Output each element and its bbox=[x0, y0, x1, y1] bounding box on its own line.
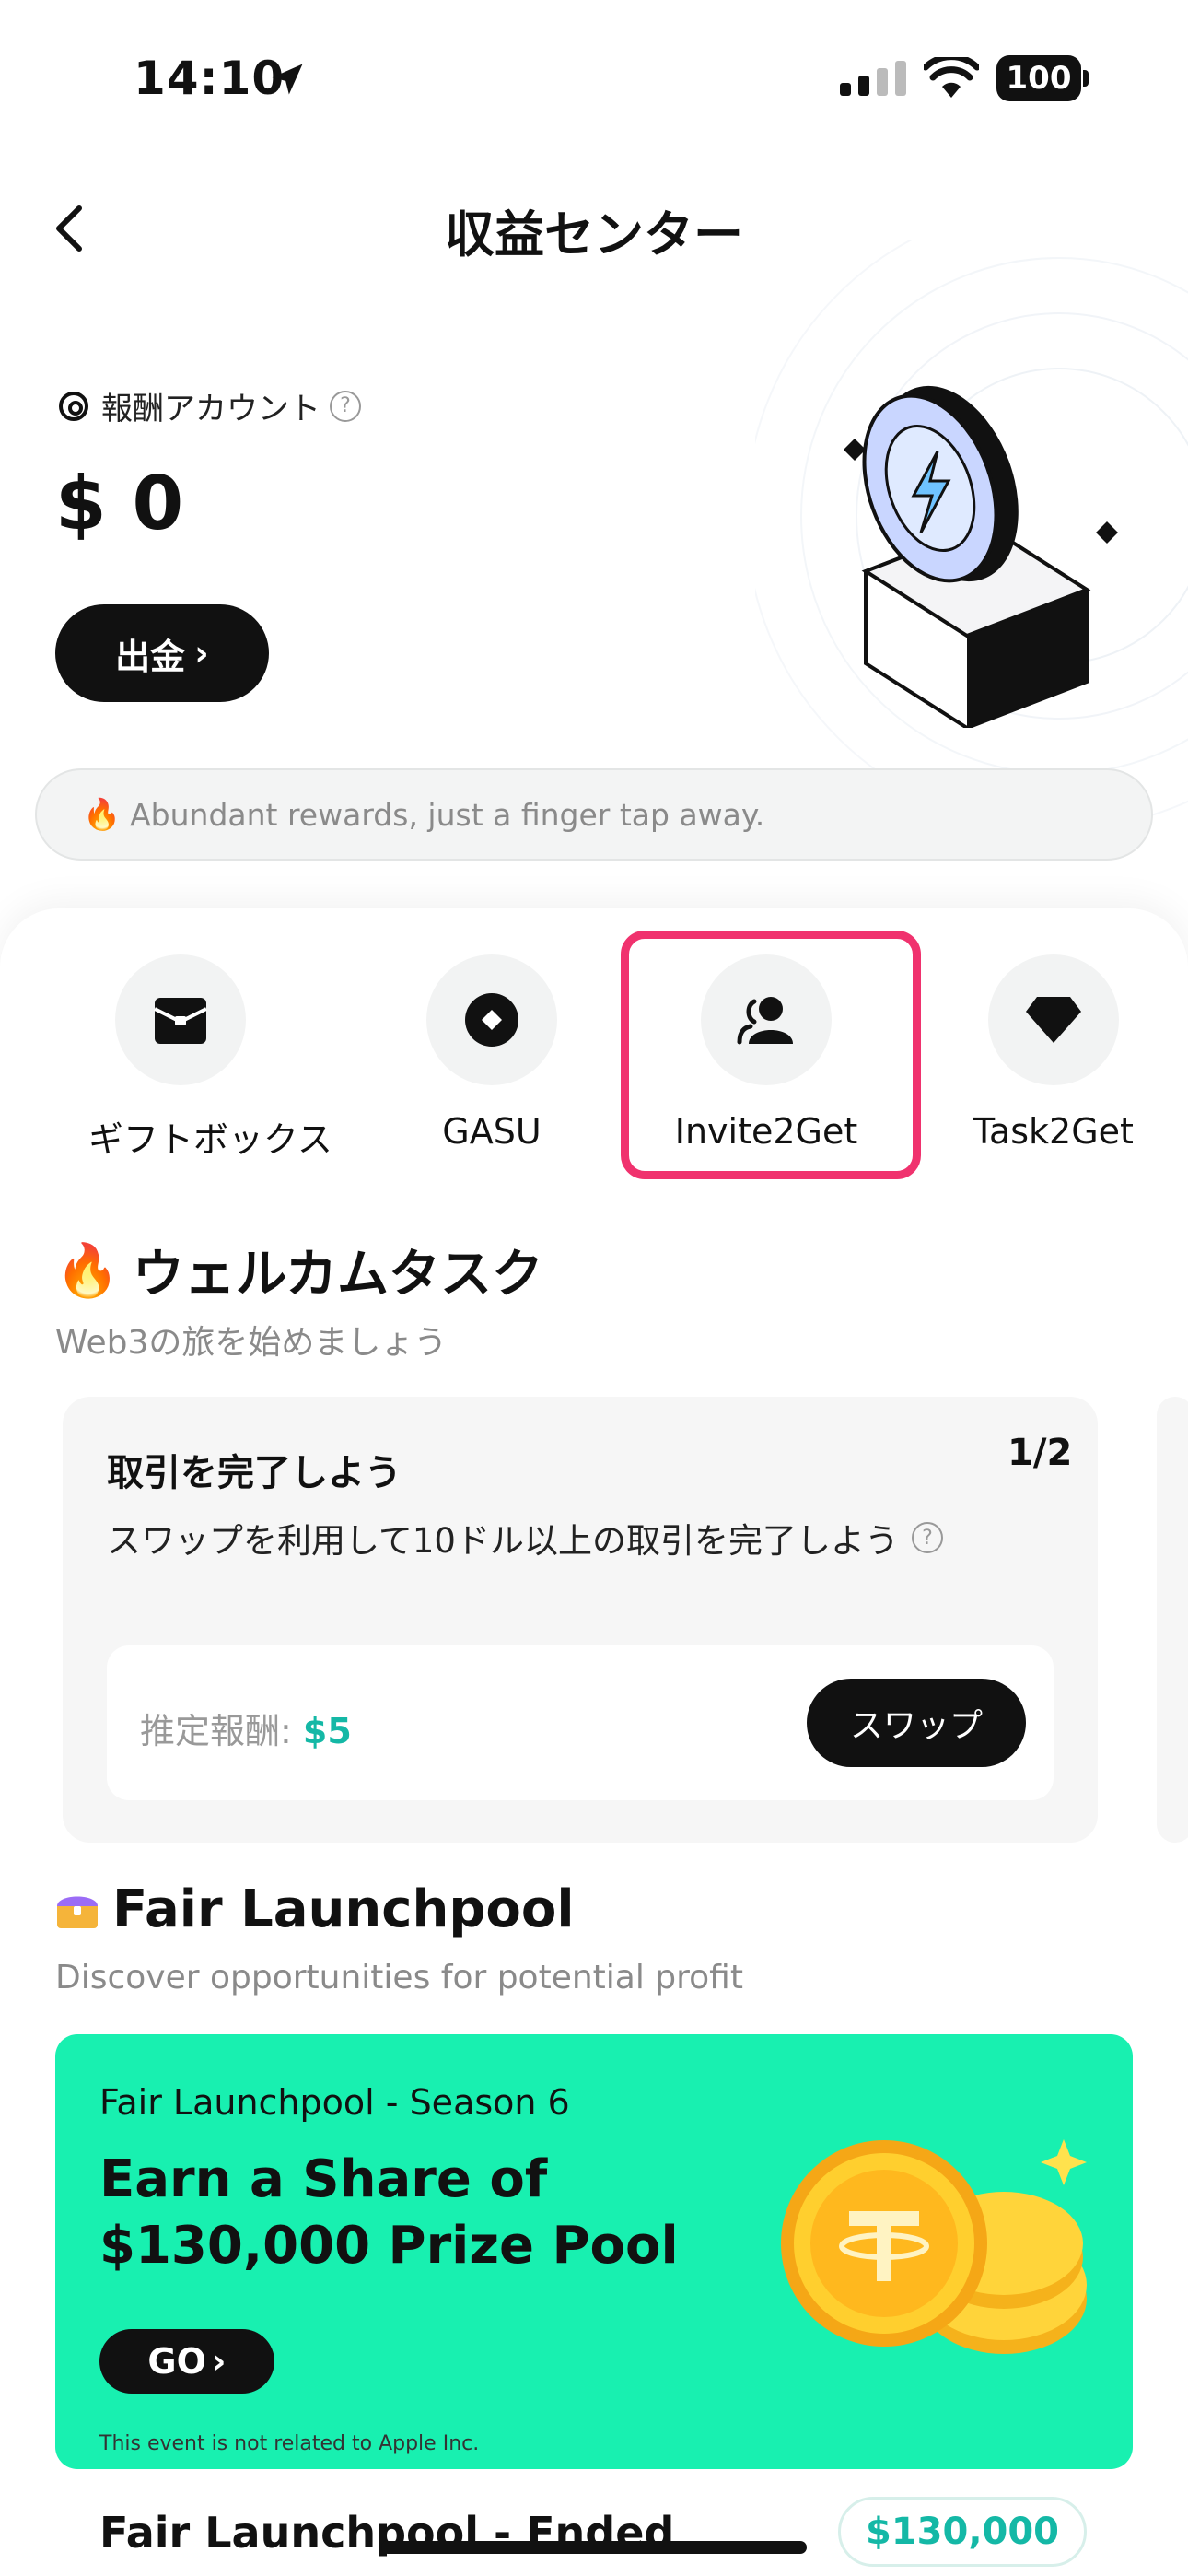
welcome-section-title: 🔥 ウェルカムタスク bbox=[55, 1233, 543, 1307]
promo-headline: Earn a Share of $130,000 Prize Pool bbox=[99, 2149, 679, 2276]
battery-indicator: 100 bbox=[996, 55, 1081, 101]
promo-disclaimer: This event is not related to Apple Inc. bbox=[99, 2432, 480, 2455]
welcome-subtitle: Web3の旅を始めましょう bbox=[55, 1324, 448, 1362]
estimated-reward: 推定報酬: $5 bbox=[140, 1703, 352, 1753]
gift-box-icon bbox=[154, 998, 207, 1044]
reward-label: 推定報酬: bbox=[140, 1711, 303, 1751]
location-arrow-icon bbox=[272, 64, 303, 95]
fire-icon: 🔥 bbox=[55, 1240, 120, 1301]
withdraw-label: 出金 bbox=[115, 636, 186, 677]
cellular-signal-icon bbox=[840, 61, 906, 96]
highlight-frame bbox=[621, 931, 921, 1179]
chevron-right-icon: › bbox=[194, 633, 209, 673]
quick-action-label: ギフトボックス bbox=[88, 1119, 332, 1160]
notice-text: Abundant rewards, just a finger tap away… bbox=[130, 796, 765, 833]
gem-icon bbox=[1026, 997, 1081, 1043]
withdraw-button[interactable]: 出金 › bbox=[55, 604, 269, 702]
swap-button[interactable]: スワップ bbox=[807, 1679, 1026, 1767]
gasu-circle bbox=[426, 954, 557, 1085]
status-time: 14:10 bbox=[134, 52, 285, 105]
chevron-right-icon: › bbox=[211, 2341, 227, 2382]
task-progress: 1/2 bbox=[1007, 1432, 1073, 1474]
diamond-coin-icon bbox=[465, 993, 518, 1047]
reward-account-row: 報酬アカウント ? bbox=[55, 383, 361, 428]
launchpool-subtitle: Discover opportunities for potential pro… bbox=[55, 1959, 743, 1996]
task-description-row: スワップを利用して10ドル以上の取引を完了しよう ? bbox=[107, 1513, 943, 1563]
notice-banner: 🔥 Abundant rewards, just a finger tap aw… bbox=[35, 768, 1153, 861]
go-label: GO bbox=[147, 2341, 206, 2382]
help-icon[interactable]: ? bbox=[330, 390, 361, 422]
help-icon[interactable]: ? bbox=[911, 1522, 943, 1553]
fire-icon: 🔥 bbox=[83, 796, 122, 832]
wifi-icon bbox=[924, 57, 979, 98]
giftbox-circle bbox=[115, 954, 246, 1085]
treasure-chest-icon bbox=[57, 1896, 98, 1928]
go-button[interactable]: GO › bbox=[99, 2329, 274, 2394]
quick-action-task2get[interactable]: Task2Get bbox=[961, 954, 1146, 1152]
launchpool-title: Fair Launchpool bbox=[112, 1879, 575, 1939]
welcome-title: ウェルカムタスク bbox=[132, 1245, 544, 1305]
launchpool-section-title: Fair Launchpool bbox=[55, 1879, 575, 1939]
quick-action-gasu[interactable]: GASU bbox=[400, 954, 584, 1152]
quick-action-giftbox[interactable]: ギフトボックス bbox=[88, 954, 332, 1162]
task-circle bbox=[988, 954, 1119, 1085]
task-description: スワップを利用して10ドル以上の取引を完了しよう bbox=[107, 1521, 899, 1561]
account-balance: $ 0 bbox=[55, 461, 184, 546]
home-indicator[interactable] bbox=[381, 2541, 807, 2554]
reward-value: $5 bbox=[302, 1711, 352, 1751]
quick-action-label: Task2Get bbox=[973, 1111, 1134, 1152]
next-task-card[interactable] bbox=[1157, 1397, 1188, 1843]
account-icon bbox=[59, 391, 88, 421]
coins-illustration bbox=[781, 2139, 1087, 2354]
promo-season: Fair Launchpool - Season 6 bbox=[99, 2082, 570, 2123]
reward-account-label: 報酬アカウント bbox=[101, 391, 320, 427]
task-title: 取引を完了しよう bbox=[107, 1452, 402, 1494]
prize-amount-badge: $130,000 bbox=[838, 2497, 1087, 2567]
quick-action-label: GASU bbox=[442, 1111, 542, 1152]
battery-tip bbox=[1083, 70, 1089, 87]
coin-illustration bbox=[844, 385, 1118, 728]
